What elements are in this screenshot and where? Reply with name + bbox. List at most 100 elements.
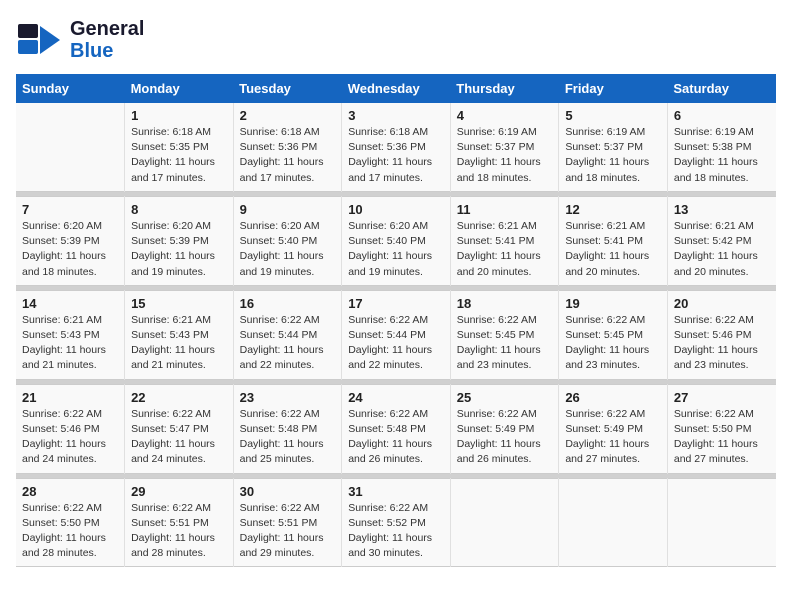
- calendar-cell: 16 Sunrise: 6:22 AMSunset: 5:44 PMDayligh…: [233, 290, 342, 379]
- day-number: 8: [131, 202, 227, 217]
- page-header: General Blue: [16, 16, 776, 64]
- calendar-cell: 22Sunrise: 6:22 AMSunset: 5:47 PMDayligh…: [125, 384, 234, 473]
- day-info: Sunrise: 6:21 AMSunset: 5:41 PMDaylight:…: [565, 219, 661, 280]
- day-info: Sunrise: 6:20 AMSunset: 5:39 PMDaylight:…: [131, 219, 227, 280]
- calendar-cell: 15 Sunrise: 6:21 AMSunset: 5:43 PMDayligh…: [125, 290, 234, 379]
- day-info: Sunrise: 6:22 AMSunset: 5:48 PMDaylight:…: [348, 407, 444, 468]
- day-number: 30: [240, 484, 336, 499]
- calendar-cell: 23 Sunrise: 6:22 AMSunset: 5:48 PMDayligh…: [233, 384, 342, 473]
- day-number: 16: [240, 296, 336, 311]
- day-info: Sunrise: 6:22 AMSunset: 5:46 PMDaylight:…: [674, 313, 770, 374]
- day-info: Sunrise: 6:18 AMSunset: 5:36 PMDaylight:…: [240, 125, 336, 186]
- calendar-cell: 3 Sunrise: 6:18 AMSunset: 5:36 PMDaylight…: [342, 103, 451, 191]
- day-info: Sunrise: 6:22 AMSunset: 5:50 PMDaylight:…: [22, 501, 118, 562]
- day-info: Sunrise: 6:22 AMSunset: 5:44 PMDaylight:…: [348, 313, 444, 374]
- calendar-table: SundayMondayTuesdayWednesdayThursdayFrid…: [16, 74, 776, 567]
- day-info: Sunrise: 6:18 AMSunset: 5:35 PMDaylight:…: [131, 125, 227, 186]
- day-number: 9: [240, 202, 336, 217]
- day-info: Sunrise: 6:19 AMSunset: 5:37 PMDaylight:…: [565, 125, 661, 186]
- week-row-3: 14 Sunrise: 6:21 AMSunset: 5:43 PMDayligh…: [16, 290, 776, 379]
- day-number: 20: [674, 296, 770, 311]
- calendar-cell: 5Sunrise: 6:19 AMSunset: 5:37 PMDaylight…: [559, 103, 668, 191]
- day-info: Sunrise: 6:19 AMSunset: 5:37 PMDaylight:…: [457, 125, 553, 186]
- calendar-cell: [450, 478, 559, 567]
- day-number: 10: [348, 202, 444, 217]
- calendar-cell: 27 Sunrise: 6:22 AMSunset: 5:50 PMDayligh…: [667, 384, 776, 473]
- week-row-5: 28 Sunrise: 6:22 AMSunset: 5:50 PMDayligh…: [16, 478, 776, 567]
- calendar-cell: 28 Sunrise: 6:22 AMSunset: 5:50 PMDayligh…: [16, 478, 125, 567]
- day-number: 4: [457, 108, 553, 123]
- day-info: Sunrise: 6:22 AMSunset: 5:51 PMDaylight:…: [131, 501, 227, 562]
- calendar-cell: 30 Sunrise: 6:22 AMSunset: 5:51 PMDayligh…: [233, 478, 342, 567]
- day-info: Sunrise: 6:19 AMSunset: 5:38 PMDaylight:…: [674, 125, 770, 186]
- day-number: 6: [674, 108, 770, 123]
- week-row-1: 1 Sunrise: 6:18 AMSunset: 5:35 PMDaylight…: [16, 103, 776, 191]
- day-info: Sunrise: 6:22 AMSunset: 5:47 PMDaylight:…: [131, 407, 227, 468]
- weekday-header-wednesday: Wednesday: [342, 74, 451, 103]
- calendar-cell: 6 Sunrise: 6:19 AMSunset: 5:38 PMDaylight…: [667, 103, 776, 191]
- day-number: 17: [348, 296, 444, 311]
- calendar-cell: 1 Sunrise: 6:18 AMSunset: 5:35 PMDaylight…: [125, 103, 234, 191]
- calendar-cell: 18 Sunrise: 6:22 AMSunset: 5:45 PMDayligh…: [450, 290, 559, 379]
- calendar-cell: [559, 478, 668, 567]
- calendar-cell: 29Sunrise: 6:22 AMSunset: 5:51 PMDayligh…: [125, 478, 234, 567]
- day-number: 15: [131, 296, 227, 311]
- calendar-cell: 12 Sunrise: 6:21 AMSunset: 5:41 PMDayligh…: [559, 196, 668, 285]
- calendar-cell: 21Sunrise: 6:22 AMSunset: 5:46 PMDayligh…: [16, 384, 125, 473]
- day-number: 14: [22, 296, 118, 311]
- day-info: Sunrise: 6:21 AMSunset: 5:43 PMDaylight:…: [131, 313, 227, 374]
- day-info: Sunrise: 6:22 AMSunset: 5:51 PMDaylight:…: [240, 501, 336, 562]
- week-row-4: 21Sunrise: 6:22 AMSunset: 5:46 PMDayligh…: [16, 384, 776, 473]
- day-info: Sunrise: 6:22 AMSunset: 5:48 PMDaylight:…: [240, 407, 336, 468]
- day-number: 27: [674, 390, 770, 405]
- calendar-cell: 20 Sunrise: 6:22 AMSunset: 5:46 PMDayligh…: [667, 290, 776, 379]
- day-info: Sunrise: 6:22 AMSunset: 5:49 PMDaylight:…: [457, 407, 553, 468]
- day-number: 28: [22, 484, 118, 499]
- day-info: Sunrise: 6:18 AMSunset: 5:36 PMDaylight:…: [348, 125, 444, 186]
- calendar-cell: 14Sunrise: 6:21 AMSunset: 5:43 PMDayligh…: [16, 290, 125, 379]
- weekday-header-friday: Friday: [559, 74, 668, 103]
- day-info: Sunrise: 6:22 AMSunset: 5:44 PMDaylight:…: [240, 313, 336, 374]
- day-info: Sunrise: 6:22 AMSunset: 5:52 PMDaylight:…: [348, 501, 444, 562]
- day-number: 18: [457, 296, 553, 311]
- day-number: 1: [131, 108, 227, 123]
- calendar-cell: 9 Sunrise: 6:20 AMSunset: 5:40 PMDaylight…: [233, 196, 342, 285]
- calendar-cell: [667, 478, 776, 567]
- day-number: 23: [240, 390, 336, 405]
- calendar-cell: 19 Sunrise: 6:22 AMSunset: 5:45 PMDayligh…: [559, 290, 668, 379]
- day-number: 2: [240, 108, 336, 123]
- calendar-cell: 11 Sunrise: 6:21 AMSunset: 5:41 PMDayligh…: [450, 196, 559, 285]
- day-info: Sunrise: 6:22 AMSunset: 5:45 PMDaylight:…: [457, 313, 553, 374]
- calendar-cell: 10Sunrise: 6:20 AMSunset: 5:40 PMDayligh…: [342, 196, 451, 285]
- calendar-cell: 2 Sunrise: 6:18 AMSunset: 5:36 PMDaylight…: [233, 103, 342, 191]
- calendar-cell: 26 Sunrise: 6:22 AMSunset: 5:49 PMDayligh…: [559, 384, 668, 473]
- calendar-cell: 7 Sunrise: 6:20 AMSunset: 5:39 PMDaylight…: [16, 196, 125, 285]
- weekday-header-row: SundayMondayTuesdayWednesdayThursdayFrid…: [16, 74, 776, 103]
- day-info: Sunrise: 6:21 AMSunset: 5:42 PMDaylight:…: [674, 219, 770, 280]
- weekday-header-monday: Monday: [125, 74, 234, 103]
- day-number: 11: [457, 202, 553, 217]
- day-number: 31: [348, 484, 444, 499]
- logo-general-text: General: [70, 18, 144, 40]
- day-info: Sunrise: 6:22 AMSunset: 5:45 PMDaylight:…: [565, 313, 661, 374]
- day-info: Sunrise: 6:20 AMSunset: 5:39 PMDaylight:…: [22, 219, 118, 280]
- day-number: 26: [565, 390, 661, 405]
- day-info: Sunrise: 6:21 AMSunset: 5:41 PMDaylight:…: [457, 219, 553, 280]
- day-number: 3: [348, 108, 444, 123]
- day-number: 25: [457, 390, 553, 405]
- day-number: 7: [22, 202, 118, 217]
- weekday-header-saturday: Saturday: [667, 74, 776, 103]
- day-number: 19: [565, 296, 661, 311]
- week-row-2: 7 Sunrise: 6:20 AMSunset: 5:39 PMDaylight…: [16, 196, 776, 285]
- weekday-header-sunday: Sunday: [16, 74, 125, 103]
- day-info: Sunrise: 6:20 AMSunset: 5:40 PMDaylight:…: [240, 219, 336, 280]
- calendar-cell: 4 Sunrise: 6:19 AMSunset: 5:37 PMDaylight…: [450, 103, 559, 191]
- day-info: Sunrise: 6:22 AMSunset: 5:50 PMDaylight:…: [674, 407, 770, 468]
- calendar-cell: 8 Sunrise: 6:20 AMSunset: 5:39 PMDaylight…: [125, 196, 234, 285]
- day-info: Sunrise: 6:22 AMSunset: 5:49 PMDaylight:…: [565, 407, 661, 468]
- day-number: 12: [565, 202, 661, 217]
- calendar-cell: 25 Sunrise: 6:22 AMSunset: 5:49 PMDayligh…: [450, 384, 559, 473]
- logo: General Blue: [16, 16, 144, 64]
- weekday-header-thursday: Thursday: [450, 74, 559, 103]
- calendar-cell: 31 Sunrise: 6:22 AMSunset: 5:52 PMDayligh…: [342, 478, 451, 567]
